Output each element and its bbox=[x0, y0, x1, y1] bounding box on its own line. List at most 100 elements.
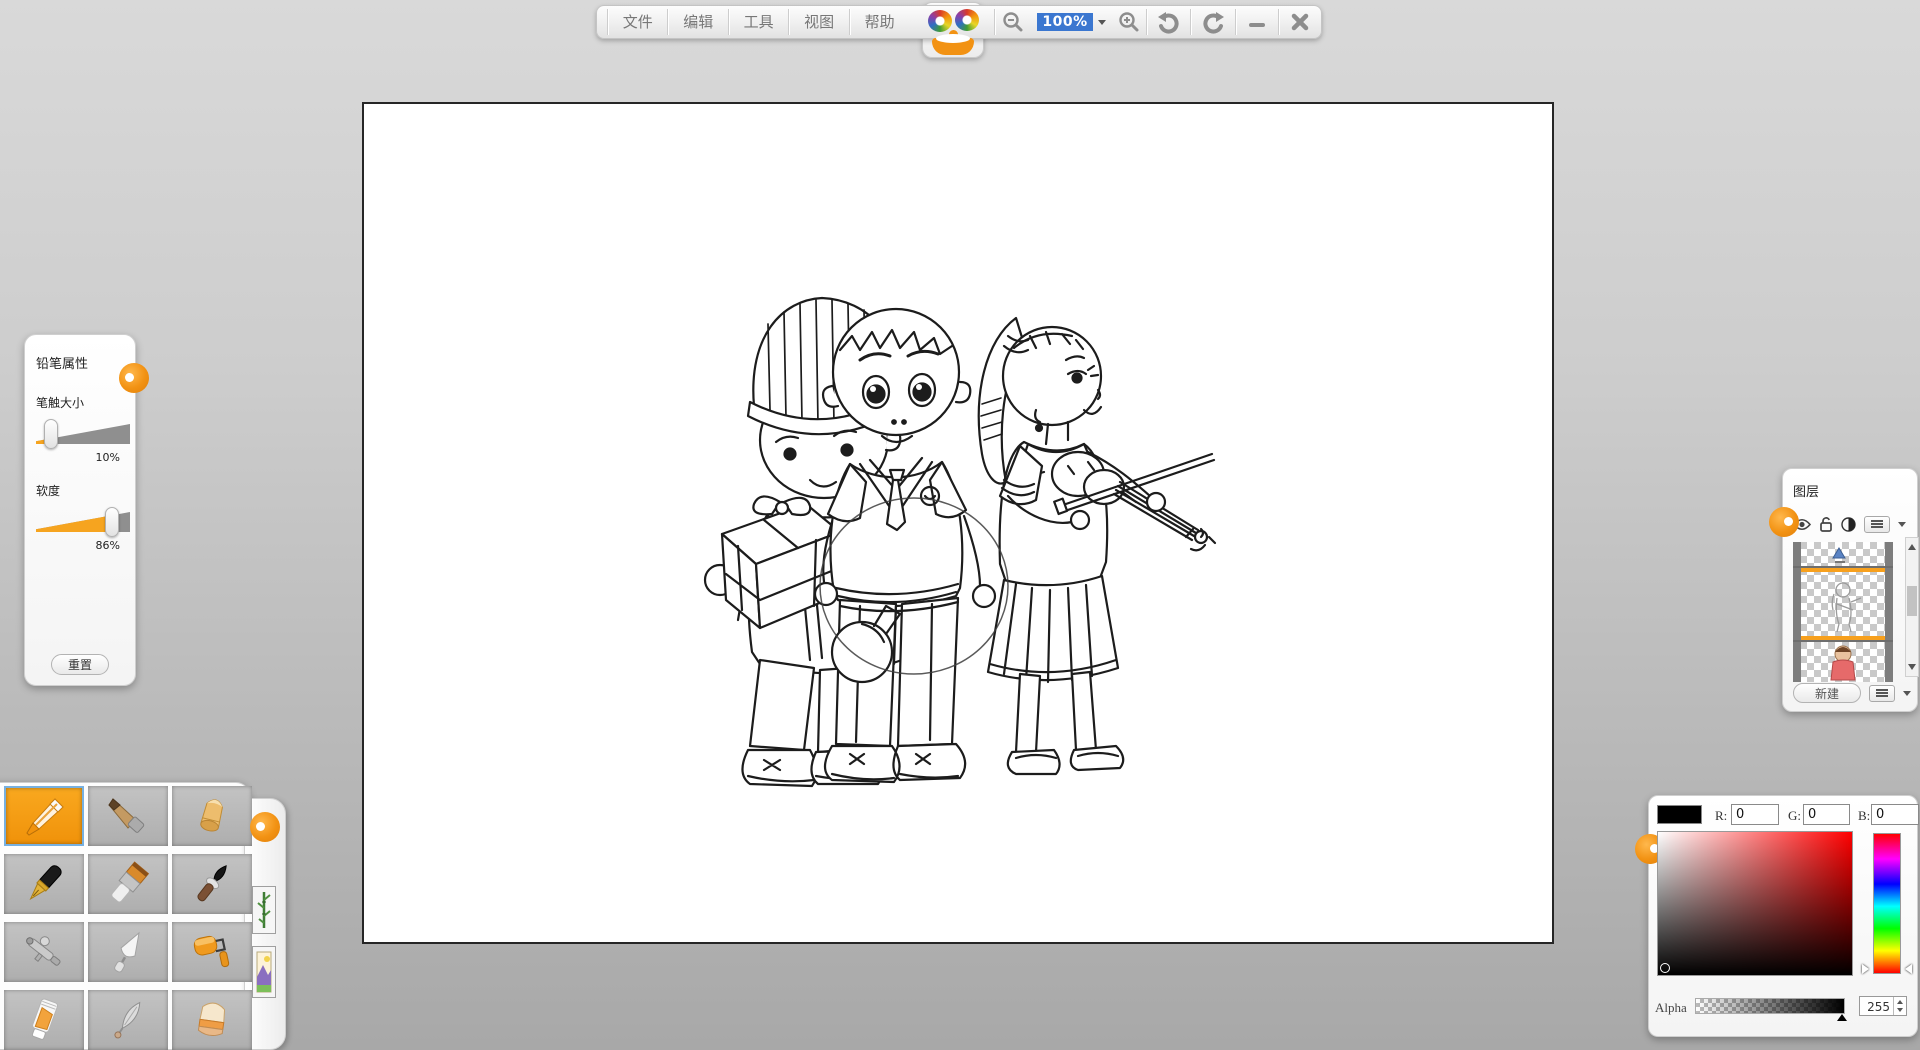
application-window: 文件 编辑 工具 视图 帮助 100% bbox=[0, 0, 1920, 1050]
zoom-out-magnifier-icon bbox=[1002, 11, 1024, 33]
ink-brush-icon bbox=[188, 860, 236, 908]
layer-options-button[interactable] bbox=[1869, 685, 1895, 702]
close-button[interactable] bbox=[1279, 6, 1321, 38]
bamboo-icon bbox=[256, 890, 272, 930]
green-label: G: bbox=[1788, 808, 1801, 824]
menu-tools[interactable]: 工具 bbox=[729, 6, 789, 38]
paint-roller-icon bbox=[188, 928, 236, 976]
alpha-value: 255 bbox=[1860, 997, 1893, 1015]
red-input[interactable] bbox=[1731, 804, 1779, 825]
scroll-up-arrow-icon[interactable] bbox=[1906, 540, 1918, 554]
layer-list-scrollbar[interactable] bbox=[1905, 537, 1919, 677]
alpha-decrement-icon[interactable] bbox=[1897, 1008, 1903, 1012]
new-layer-button[interactable]: 新建 bbox=[1793, 683, 1861, 703]
tool-paint-tube[interactable] bbox=[4, 990, 84, 1050]
minimize-icon bbox=[1247, 12, 1267, 32]
menu-lines-icon bbox=[1871, 520, 1883, 528]
alpha-marker-icon[interactable] bbox=[1837, 1014, 1847, 1021]
alpha-label: Alpha bbox=[1655, 1000, 1687, 1016]
color-picker-panel: R: G: B: Alpha 255 bbox=[1648, 795, 1918, 1037]
layer-list bbox=[1793, 542, 1893, 682]
color-cursor[interactable] bbox=[1660, 963, 1670, 973]
zoom-out-button[interactable] bbox=[995, 6, 1031, 38]
menu-help[interactable]: 帮助 bbox=[850, 6, 910, 38]
zoom-in-button[interactable] bbox=[1112, 6, 1147, 38]
palette-collapse-handle[interactable] bbox=[250, 812, 280, 842]
tool-airbrush[interactable] bbox=[4, 922, 84, 982]
softness-thumb[interactable] bbox=[105, 507, 119, 537]
layer-item-top[interactable] bbox=[1793, 542, 1893, 566]
brush-size-slider[interactable] bbox=[36, 419, 130, 449]
scroll-down-arrow-icon[interactable] bbox=[1906, 660, 1918, 674]
alpha-spinner[interactable]: 255 bbox=[1859, 996, 1907, 1016]
softness-slider[interactable] bbox=[36, 507, 130, 537]
minimize-button[interactable] bbox=[1235, 6, 1277, 38]
tool-painting-knife[interactable] bbox=[88, 990, 168, 1050]
tool-pencil[interactable] bbox=[4, 786, 84, 846]
tool-palette-knife[interactable] bbox=[88, 922, 168, 982]
tool-eraser[interactable] bbox=[172, 990, 252, 1050]
canvas-texture-button[interactable] bbox=[252, 946, 276, 998]
redo-button[interactable] bbox=[1191, 6, 1234, 38]
tool-pastel-crayon[interactable] bbox=[172, 786, 252, 846]
clown-mouth-icon bbox=[932, 38, 974, 55]
bamboo-texture-button[interactable] bbox=[252, 886, 276, 934]
menu-file[interactable]: 文件 bbox=[608, 6, 668, 38]
painting-knife-icon bbox=[104, 996, 152, 1044]
blend-contrast-icon[interactable] bbox=[1841, 517, 1856, 532]
tool-charcoal-pencil[interactable] bbox=[88, 786, 168, 846]
girl-with-violin-figure bbox=[979, 318, 1215, 774]
softness-label: 软度 bbox=[36, 482, 126, 499]
pastel-crayon-icon bbox=[188, 792, 236, 840]
blue-input[interactable] bbox=[1871, 804, 1919, 825]
alpha-slider[interactable] bbox=[1695, 998, 1845, 1014]
layers-panel: 图层 bbox=[1782, 468, 1918, 712]
pencil-icon bbox=[20, 792, 68, 840]
hue-marker-right-icon[interactable] bbox=[1905, 964, 1912, 974]
layers-panel-collapse-handle[interactable] bbox=[1769, 507, 1799, 537]
eraser-icon bbox=[188, 996, 236, 1044]
layer-item-selected[interactable] bbox=[1793, 568, 1893, 640]
layer-options-caret-icon[interactable] bbox=[1903, 691, 1911, 696]
unlock-padlock-icon[interactable] bbox=[1819, 516, 1833, 532]
pencil-panel-collapse-handle[interactable] bbox=[119, 363, 149, 393]
brush-size-thumb[interactable] bbox=[44, 419, 58, 449]
tool-fountain-pen[interactable] bbox=[4, 854, 84, 914]
tool-paint-roller[interactable] bbox=[172, 922, 252, 982]
flat-brush-icon bbox=[104, 860, 152, 908]
zoom-in-magnifier-icon bbox=[1118, 11, 1140, 33]
fountain-pen-icon bbox=[20, 860, 68, 908]
menu-view[interactable]: 视图 bbox=[789, 6, 849, 38]
green-input[interactable] bbox=[1803, 804, 1850, 825]
pencil-panel-title: 铅笔属性 bbox=[36, 353, 126, 372]
scrollbar-thumb[interactable] bbox=[1907, 586, 1917, 616]
menu-lines-icon bbox=[1876, 689, 1888, 697]
reset-button[interactable]: 重置 bbox=[51, 654, 109, 675]
layers-panel-title: 图层 bbox=[1793, 481, 1909, 500]
menu-edit[interactable]: 编辑 bbox=[668, 6, 728, 38]
brush-size-label: 笔触大小 bbox=[36, 394, 126, 411]
undo-button[interactable] bbox=[1147, 6, 1190, 38]
alpha-increment-icon[interactable] bbox=[1897, 1000, 1903, 1004]
current-color-swatch[interactable] bbox=[1657, 805, 1702, 824]
clown-left-eye-icon bbox=[928, 10, 952, 32]
hue-marker-left-icon[interactable] bbox=[1862, 964, 1869, 974]
tool-flat-brush[interactable] bbox=[88, 854, 168, 914]
layer-menu-caret-icon[interactable] bbox=[1898, 522, 1906, 527]
saturation-value-gradient[interactable] bbox=[1657, 831, 1853, 976]
brush-size-value: 10% bbox=[36, 451, 126, 464]
drawing-canvas[interactable] bbox=[362, 102, 1554, 944]
zoom-dropdown-caret-icon[interactable] bbox=[1098, 20, 1106, 25]
alpha-steppers[interactable] bbox=[1893, 997, 1906, 1015]
zoom-level-combobox[interactable]: 100% bbox=[1031, 13, 1111, 31]
clown-right-eye-icon bbox=[955, 9, 979, 31]
close-x-icon bbox=[1290, 12, 1310, 32]
zoom-level-value[interactable]: 100% bbox=[1037, 13, 1092, 31]
hue-slider[interactable] bbox=[1873, 833, 1901, 974]
boy-with-vest-figure bbox=[815, 309, 995, 782]
app-logo-button[interactable] bbox=[922, 2, 984, 58]
tool-ink-brush[interactable] bbox=[172, 854, 252, 914]
layer-item-bottom[interactable] bbox=[1793, 642, 1893, 682]
layer-menu-button[interactable] bbox=[1864, 516, 1890, 533]
softness-value: 86% bbox=[36, 539, 126, 552]
